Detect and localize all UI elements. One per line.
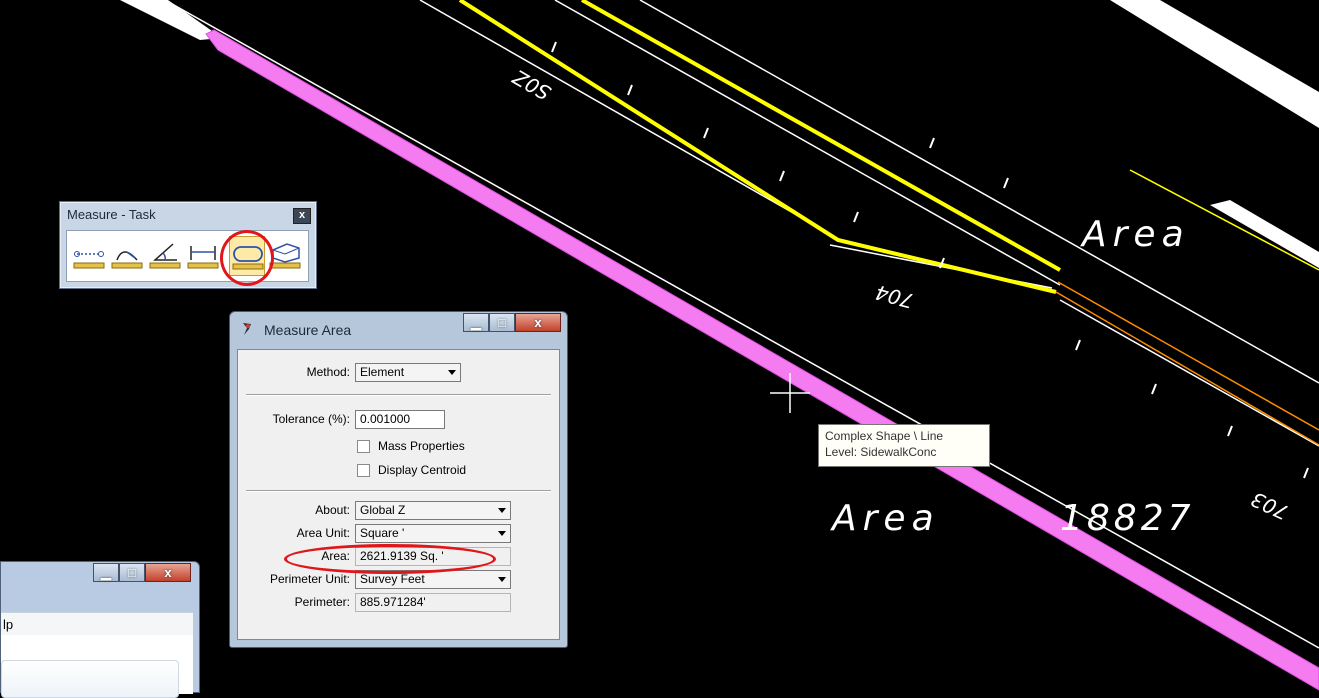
white-band-right-2 xyxy=(1210,200,1319,268)
measure-angle-icon[interactable] xyxy=(147,236,183,276)
close-icon: x xyxy=(164,565,172,580)
dialog-title: Measure Area xyxy=(264,322,352,338)
measure-distance-icon[interactable] xyxy=(71,236,107,276)
edge-line xyxy=(1059,299,1319,447)
method-value: Element xyxy=(360,365,405,379)
window-caption-buttons: ▁ □ x xyxy=(93,563,191,583)
background-window[interactable]: ▁ □ x lp xyxy=(0,561,200,698)
area-label: 18827 xyxy=(1060,498,1195,539)
maximize-icon: □ xyxy=(128,565,136,580)
about-value: Global Z xyxy=(360,503,406,517)
tolerance-input[interactable]: 0.001000 xyxy=(355,410,445,429)
close-button[interactable]: x xyxy=(145,563,191,582)
station-label: 704 xyxy=(873,280,916,313)
area-unit-dropdown[interactable]: Square ' xyxy=(355,524,511,543)
dialog-titlebar[interactable]: Measure Area ▁ □ x xyxy=(230,312,567,342)
microstation-app-icon xyxy=(243,323,251,335)
maximize-button[interactable]: □ xyxy=(489,313,515,332)
chevron-down-icon xyxy=(448,370,456,375)
measure-radius-icon[interactable] xyxy=(109,236,145,276)
mass-properties-label: Mass Properties xyxy=(378,439,465,453)
display-centroid-checkbox[interactable] xyxy=(357,464,370,477)
perimeter-label: Perimeter: xyxy=(294,595,350,609)
tolerance-label: Tolerance (%): xyxy=(272,412,350,426)
area-unit-value: Square ' xyxy=(360,526,405,540)
tooltip-line-1: Complex Shape \ Line xyxy=(825,429,944,443)
measure-length-icon[interactable] xyxy=(185,236,221,276)
mass-properties-checkbox[interactable] xyxy=(357,440,370,453)
station-label: 703 xyxy=(1247,487,1292,525)
chevron-down-icon xyxy=(498,508,506,513)
about-label: About: xyxy=(315,503,350,517)
minimize-button[interactable]: ▁ xyxy=(93,563,119,582)
method-label: Method: xyxy=(306,365,350,379)
minimize-button[interactable]: ▁ xyxy=(463,313,489,332)
separator xyxy=(246,490,551,492)
perimeter-unit-label: Perimeter Unit: xyxy=(269,572,350,586)
annotation-circle-area-tool xyxy=(220,230,274,286)
area-label: Area xyxy=(830,498,940,539)
perimeter-value-field: 885.971284' xyxy=(355,593,511,612)
measure-area-dialog[interactable]: Measure Area ▁ □ x Method: Element Toler… xyxy=(229,311,568,648)
element-tooltip: Complex Shape \ Line Level: SidewalkConc xyxy=(818,424,990,467)
chevron-down-icon xyxy=(498,577,506,582)
tooltip-line-2: Level: SidewalkConc xyxy=(825,445,937,459)
method-dropdown[interactable]: Element xyxy=(355,363,461,382)
menu-item-help[interactable]: lp xyxy=(3,617,13,632)
orange-line xyxy=(1055,291,1319,446)
area-unit-label: Area Unit: xyxy=(296,526,350,540)
minimize-icon: ▁ xyxy=(471,314,481,330)
orange-line xyxy=(1057,281,1319,431)
maximize-icon: □ xyxy=(498,315,506,330)
chevron-down-icon xyxy=(498,531,506,536)
separator xyxy=(246,394,551,396)
measure-task-toolbar[interactable]: Measure - Task x xyxy=(59,201,317,289)
display-centroid-label: Display Centroid xyxy=(378,463,467,477)
toolbar-title: Measure - Task xyxy=(67,207,156,222)
yellow-line xyxy=(458,0,1057,294)
close-button[interactable]: x xyxy=(515,313,561,332)
close-icon: x xyxy=(534,315,542,330)
window-inner-panel xyxy=(1,660,179,698)
about-dropdown[interactable]: Global Z xyxy=(355,501,511,520)
dialog-body: Method: Element Tolerance (%): 0.001000 … xyxy=(237,349,560,640)
area-label: Area xyxy=(1080,214,1190,255)
minimize-icon: ▁ xyxy=(101,564,111,580)
white-band-right xyxy=(1110,0,1319,128)
window-menubar: lp xyxy=(1,612,193,635)
annotation-circle-area-value xyxy=(284,544,496,574)
edge-line xyxy=(554,0,1061,286)
toolbar-close-button[interactable]: x xyxy=(293,208,311,224)
station-label: S0Z xyxy=(508,64,555,105)
dialog-caption-buttons: ▁ □ x xyxy=(463,313,561,333)
maximize-button[interactable]: □ xyxy=(119,563,145,582)
perimeter-unit-value: Survey Feet xyxy=(360,572,425,586)
